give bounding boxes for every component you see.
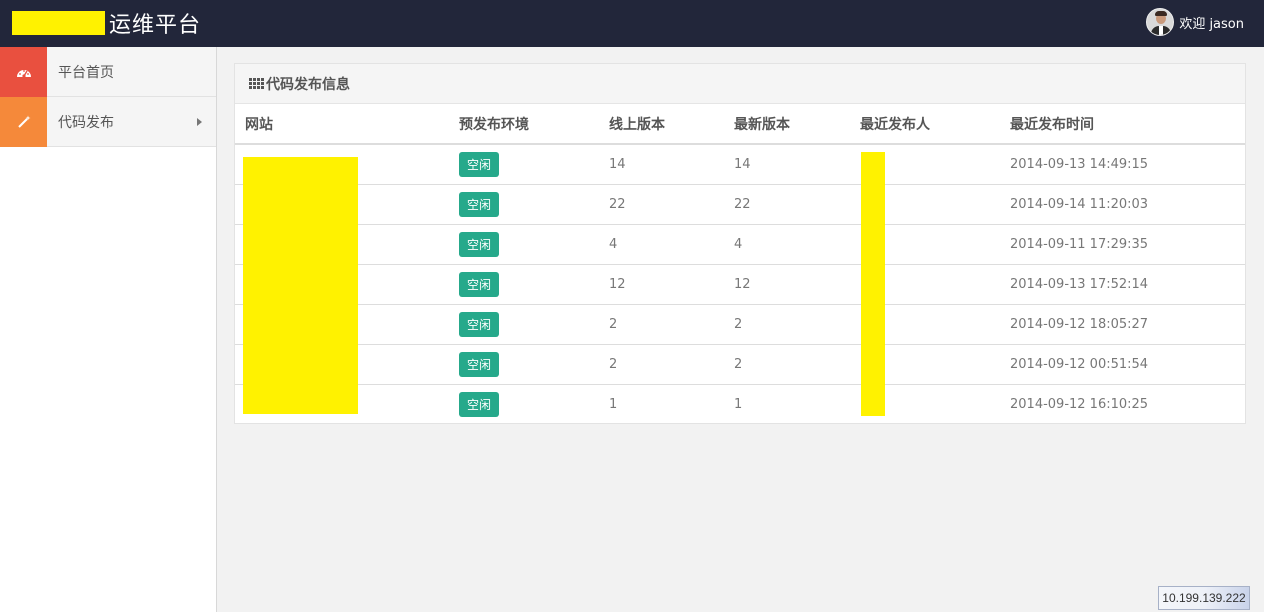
time-cell: 2014-09-13 17:52:14	[1000, 264, 1245, 305]
welcome-text: 欢迎 jason	[1179, 16, 1244, 32]
user-menu[interactable]: 欢迎 jason	[1146, 8, 1244, 36]
latest-version-cell: 4	[724, 224, 850, 265]
table-row[interactable]: 空闲 2 2 2014-09-12 18:05:27	[235, 304, 1245, 345]
table-row[interactable]: 空闲 4 4 n 2014-09-11 17:29:35	[235, 224, 1245, 265]
sidebar-item-label: 代码发布	[58, 114, 114, 131]
app-title: 运维平台	[109, 13, 202, 38]
status-badge[interactable]: 空闲	[459, 271, 500, 297]
table-header-row: 网站 预发布环境 线上版本 最新版本 最近发布人 最近发布时间	[235, 104, 1245, 145]
time-cell: 2014-09-11 17:29:35	[1000, 224, 1245, 265]
online-version-cell: 1	[609, 396, 618, 412]
table-row[interactable]: 空闲 12 12 i 2014-09-13 17:52:14	[235, 264, 1245, 305]
status-badge[interactable]: 空闲	[459, 311, 500, 337]
sidebar-item-home[interactable]: 平台首页	[0, 46, 216, 97]
magic-wand-icon	[0, 96, 47, 147]
brand-redaction	[12, 11, 105, 35]
time-cell: 2014-09-13 14:49:15	[1000, 144, 1245, 185]
latest-version-cell: 2	[724, 344, 850, 385]
status-badge[interactable]: 空闲	[459, 231, 500, 257]
avatar	[1146, 8, 1175, 36]
online-version-cell: 4	[599, 224, 724, 265]
sidebar: 平台首页 代码发布	[0, 46, 217, 612]
time-cell: 2014-09-12 00:51:54	[1000, 344, 1245, 385]
column-header-online-version[interactable]: 线上版本	[599, 104, 724, 145]
online-version-cell: 14	[599, 144, 724, 185]
site-redaction	[243, 157, 358, 414]
column-header-publisher[interactable]: 最近发布人	[850, 104, 1000, 145]
panel-title: 代码发布信息	[266, 76, 350, 93]
status-badge[interactable]: 空闲	[459, 391, 500, 417]
latest-version-cell: 12	[724, 264, 850, 305]
release-table: 网站 预发布环境 线上版本 最新版本 最近发布人 最近发布时间 空闲 14 14…	[235, 104, 1245, 424]
time-cell: 2014-09-12 18:05:27	[1000, 304, 1245, 345]
column-header-time[interactable]: 最近发布时间	[1000, 104, 1245, 145]
table-row[interactable]: 空闲 14 14 i 2014-09-13 14:49:15	[235, 144, 1245, 185]
latest-version-cell: 14	[724, 144, 850, 185]
status-badge[interactable]: 空闲	[459, 151, 500, 177]
latest-version-cell: 22	[724, 184, 850, 225]
column-header-site[interactable]: 网站	[235, 104, 449, 145]
dashboard-icon	[0, 46, 47, 97]
latest-version-cell: 2	[724, 304, 850, 345]
panel-header: 代码发布信息	[235, 64, 1245, 104]
time-cell: 2014-09-12 16:10:25	[1010, 396, 1149, 412]
top-bar: 运维平台 欢迎 jason	[0, 0, 1264, 47]
sidebar-item-code-release[interactable]: 代码发布	[0, 96, 216, 147]
table-row[interactable]: 空闲 22 22 n 2014-09-14 11:20:03	[235, 184, 1245, 225]
status-badge[interactable]: 空闲	[459, 351, 500, 377]
grid-icon	[249, 78, 264, 89]
time-cell: 2014-09-14 11:20:03	[1000, 184, 1245, 225]
online-version-cell: 2	[599, 344, 724, 385]
column-header-env[interactable]: 预发布环境	[449, 104, 599, 145]
table-row[interactable]: 空闲 1 1 n 2014-09-12 16:10:25	[235, 384, 1245, 424]
release-panel: 代码发布信息 网站 预发布环境 线上版本 最新版本 最近发布人 最近发布时间 空…	[234, 63, 1246, 424]
table-row[interactable]: 空闲 2 2 n 2014-09-12 00:51:54	[235, 344, 1245, 385]
ip-address-badge: 10.199.139.222	[1158, 586, 1250, 610]
caret-right-icon	[197, 118, 202, 126]
latest-version-cell: 1	[734, 396, 743, 412]
online-version-cell: 2	[599, 304, 724, 345]
status-badge[interactable]: 空闲	[459, 191, 500, 217]
sidebar-item-label: 平台首页	[58, 64, 114, 81]
online-version-cell: 22	[599, 184, 724, 225]
online-version-cell: 12	[599, 264, 724, 305]
publisher-redaction	[861, 152, 885, 416]
column-header-latest-version[interactable]: 最新版本	[724, 104, 850, 145]
brand[interactable]: 运维平台	[12, 8, 201, 38]
